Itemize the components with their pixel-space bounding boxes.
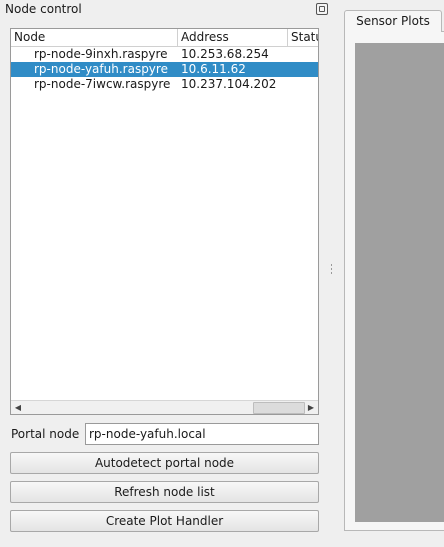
node-address-cell: 10.253.68.254: [181, 47, 269, 61]
portal-node-input[interactable]: [85, 423, 319, 445]
scrollbar-thumb[interactable]: [253, 402, 305, 414]
tree-header: Node Address Status: [11, 29, 318, 47]
node-name-cell: rp-node-yafuh.raspyre: [34, 62, 168, 76]
portal-node-label: Portal node: [11, 427, 80, 441]
float-dock-icon[interactable]: [316, 3, 328, 15]
horizontal-scrollbar[interactable]: ◀ ▶: [11, 400, 318, 414]
node-name-cell: rp-node-9inxh.raspyre: [34, 47, 168, 61]
tab-sensor-plots[interactable]: Sensor Plots: [344, 10, 442, 32]
column-header-address[interactable]: Address: [178, 29, 288, 46]
autodetect-portal-button[interactable]: Autodetect portal node: [10, 452, 319, 474]
refresh-node-list-button[interactable]: Refresh node list: [10, 481, 319, 503]
table-row[interactable]: rp-node-7iwcw.raspyre 10.237.104.202: [11, 77, 318, 92]
scroll-left-icon[interactable]: ◀: [11, 401, 25, 414]
scroll-right-icon[interactable]: ▶: [304, 401, 318, 414]
node-name-cell: rp-node-7iwcw.raspyre: [34, 77, 171, 91]
node-address-cell: 10.6.11.62: [181, 62, 246, 76]
splitter-handle[interactable]: [330, 264, 333, 278]
dock-title: Node control: [5, 2, 82, 16]
column-header-node[interactable]: Node: [11, 29, 178, 46]
table-row-selected[interactable]: rp-node-yafuh.raspyre 10.6.11.62: [11, 62, 318, 77]
node-tree-view[interactable]: Node Address Status rp-node-9inxh.raspyr…: [10, 28, 319, 415]
table-row[interactable]: rp-node-9inxh.raspyre 10.253.68.254: [11, 47, 318, 62]
node-address-cell: 10.237.104.202: [181, 77, 277, 91]
create-plot-handler-button[interactable]: Create Plot Handler: [10, 510, 319, 532]
plot-area[interactable]: [355, 43, 444, 522]
column-header-status[interactable]: Status: [288, 29, 318, 46]
